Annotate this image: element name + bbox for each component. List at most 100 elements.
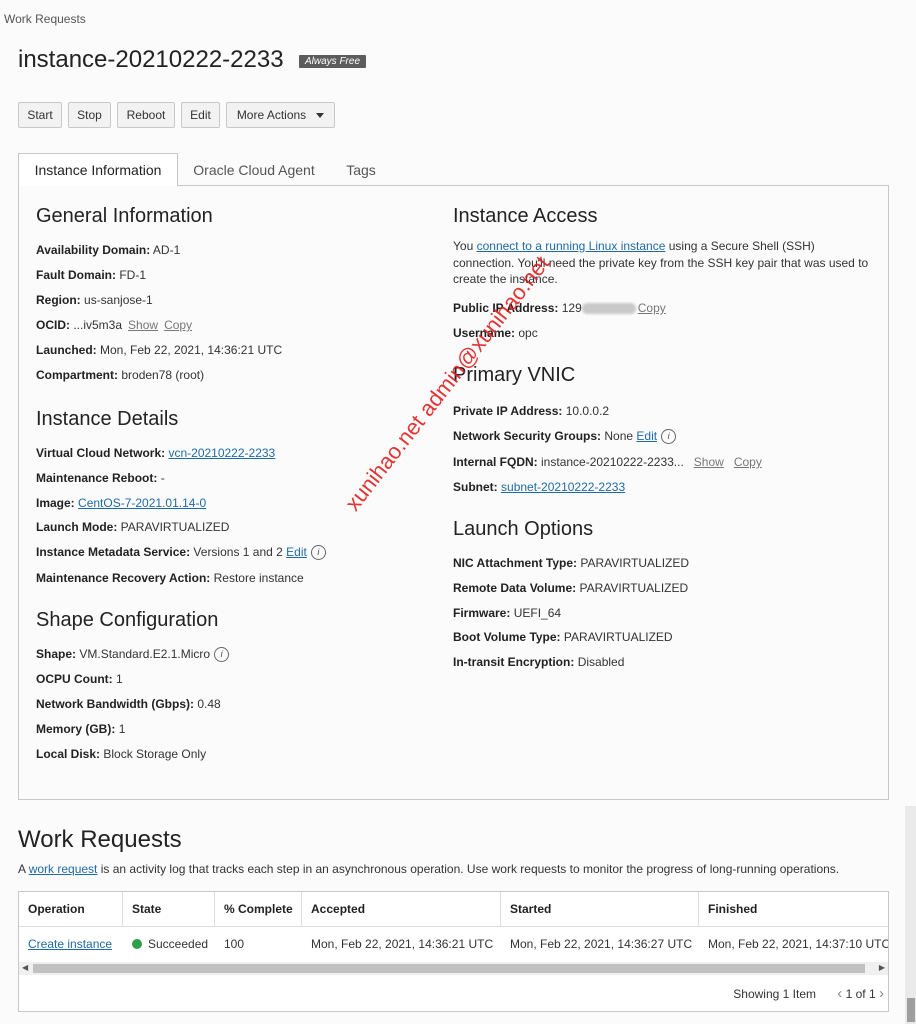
column-header[interactable]: Started xyxy=(501,892,699,927)
recovery-action-row: Maintenance Recovery Action: Restore ins… xyxy=(36,571,304,585)
local-disk-row: Local Disk: Block Storage Only xyxy=(36,747,206,761)
label: Maintenance Recovery Action: xyxy=(36,571,211,585)
metadata-edit-link[interactable]: Edit xyxy=(286,545,307,559)
label: Boot Volume Type: xyxy=(453,630,561,644)
image-link[interactable]: CentOS-7-2021.01.14-0 xyxy=(78,496,206,510)
label: Virtual Cloud Network: xyxy=(36,446,166,460)
value: 1 xyxy=(118,722,126,736)
page-scrollbar-track[interactable] xyxy=(905,806,916,1024)
transit-encryption-row: In-transit Encryption: Disabled xyxy=(453,655,624,669)
edit-button[interactable]: Edit xyxy=(181,102,220,128)
info-icon[interactable]: i xyxy=(310,545,326,561)
pagination: ‹ 1 of 1 › xyxy=(837,985,884,1002)
finished-cell: Mon, Feb 22, 2021, 14:37:10 UTC xyxy=(708,937,889,951)
value: UEFI_64 xyxy=(513,606,562,620)
page-title: instance-20210222-2233 xyxy=(18,46,284,73)
image-row: Image: CentOS-7-2021.01.14-0 xyxy=(36,496,206,510)
label: Maintenance Reboot: xyxy=(36,471,158,485)
compartment-row: Compartment: broden78 (root) xyxy=(36,368,204,382)
state-cell: Succeeded xyxy=(123,928,215,960)
value: FD-1 xyxy=(119,268,147,282)
value: AD-1 xyxy=(152,243,181,257)
column-header[interactable]: Operation xyxy=(19,892,123,927)
label: Network Security Groups: xyxy=(453,429,602,443)
launch-options-heading: Launch Options xyxy=(453,518,594,540)
operation-link[interactable]: Create instance xyxy=(19,928,123,960)
connect-instance-link[interactable]: connect to a running Linux instance xyxy=(477,239,666,253)
private-ip-row: Private IP Address: 10.0.0.2 xyxy=(453,404,609,418)
label: Compartment: xyxy=(36,368,119,382)
label: Remote Data Volume: xyxy=(453,581,577,595)
ocid-show-link[interactable]: Show xyxy=(128,318,158,332)
stop-button[interactable]: Stop xyxy=(68,102,111,128)
chevron-left-icon[interactable]: ‹ xyxy=(837,985,842,1002)
fqdn-show-link[interactable]: Show xyxy=(694,455,724,469)
fqdn-copy-link[interactable]: Copy xyxy=(734,455,762,469)
nsg-row: Network Security Groups: None Edit i xyxy=(453,429,677,445)
tab-instance-information[interactable]: Instance Information xyxy=(18,153,178,186)
ocid-copy-link[interactable]: Copy xyxy=(164,318,192,332)
launched-row: Launched: Mon, Feb 22, 2021, 14:36:21 UT… xyxy=(36,343,282,357)
label: Shape: xyxy=(36,647,77,661)
value: VM.Standard.E2.1.Micro xyxy=(79,647,211,661)
label: Launched: xyxy=(36,343,97,357)
value: Restore instance xyxy=(213,571,304,585)
column-header[interactable]: Finished xyxy=(699,892,888,927)
tab-tags[interactable]: Tags xyxy=(333,153,389,186)
start-button[interactable]: Start xyxy=(18,102,62,128)
horizontal-scrollbar[interactable]: ◀ ▶ xyxy=(19,962,888,975)
subnet-link[interactable]: subnet-20210222-2233 xyxy=(501,480,625,494)
started-cell: Mon, Feb 22, 2021, 14:36:27 UTC xyxy=(510,937,693,951)
value: 129 xyxy=(561,301,582,315)
value: 10.0.0.2 xyxy=(565,404,610,418)
chevron-right-icon[interactable]: › xyxy=(879,985,884,1002)
label: In-transit Encryption: xyxy=(453,655,575,669)
vcn-link[interactable]: vcn-20210222-2233 xyxy=(168,446,275,460)
public-ip-copy-link[interactable]: Copy xyxy=(638,301,666,315)
label: OCID: xyxy=(36,318,70,332)
value: instance-20210222-2233... xyxy=(541,455,684,469)
ocpu-row: OCPU Count: 1 xyxy=(36,672,123,686)
more-actions-label: More Actions xyxy=(236,108,307,122)
redacted-ip xyxy=(581,303,636,315)
boot-volume-row: Boot Volume Type: PARAVIRTUALIZED xyxy=(453,630,673,644)
availability-domain-row: Availability Domain: AD-1 xyxy=(36,243,180,257)
work-requests-table: Operation State % Complete Accepted Star… xyxy=(18,891,889,1012)
vcn-row: Virtual Cloud Network: vcn-20210222-2233 xyxy=(36,446,275,460)
scroll-left-icon[interactable]: ◀ xyxy=(22,963,28,972)
work-requests-description: A work request is an activity log that t… xyxy=(18,862,839,876)
more-actions-button[interactable]: More Actions xyxy=(226,102,335,128)
remote-volume-row: Remote Data Volume: PARAVIRTUALIZED xyxy=(453,581,688,595)
scroll-right-icon[interactable]: ▶ xyxy=(879,963,885,972)
bandwidth-row: Network Bandwidth (Gbps): 0.48 xyxy=(36,697,221,711)
scrollbar-thumb[interactable] xyxy=(33,964,865,973)
column-header[interactable]: % Complete xyxy=(215,892,302,927)
value: broden78 (root) xyxy=(121,368,205,382)
column-header[interactable]: State xyxy=(123,892,215,927)
work-request-link[interactable]: work request xyxy=(29,862,98,876)
metadata-service-row: Instance Metadata Service: Versions 1 an… xyxy=(36,545,326,561)
tab-oracle-cloud-agent[interactable]: Oracle Cloud Agent xyxy=(183,153,325,186)
nsg-edit-link[interactable]: Edit xyxy=(636,429,657,443)
nic-attachment-row: NIC Attachment Type: PARAVIRTUALIZED xyxy=(453,556,689,570)
label: Internal FQDN: xyxy=(453,455,538,469)
label: Fault Domain: xyxy=(36,268,116,282)
info-icon[interactable]: i xyxy=(214,647,230,663)
info-icon[interactable]: i xyxy=(661,429,677,445)
work-requests-heading: Work Requests xyxy=(18,826,182,853)
value: Mon, Feb 22, 2021, 14:36:21 UTC xyxy=(100,343,283,357)
column-header[interactable]: Accepted xyxy=(302,892,501,927)
breadcrumb[interactable]: Work Requests xyxy=(4,12,86,26)
caret-down-icon xyxy=(316,112,325,118)
complete-cell: 100 xyxy=(224,937,245,951)
reboot-button[interactable]: Reboot xyxy=(117,102,175,128)
launch-mode-row: Launch Mode: PARAVIRTUALIZED xyxy=(36,520,229,534)
shape-config-heading: Shape Configuration xyxy=(36,609,219,631)
value: PARAVIRTUALIZED xyxy=(579,581,689,595)
item-count: Showing 1 Item xyxy=(733,987,816,1001)
label: Network Bandwidth (Gbps): xyxy=(36,697,194,711)
page-scrollbar-thumb[interactable] xyxy=(907,998,915,1022)
region-row: Region: us-sanjose-1 xyxy=(36,293,153,307)
firmware-row: Firmware: UEFI_64 xyxy=(453,606,561,620)
ocid-row: OCID: ...iv5m3a Show Copy xyxy=(36,318,192,332)
